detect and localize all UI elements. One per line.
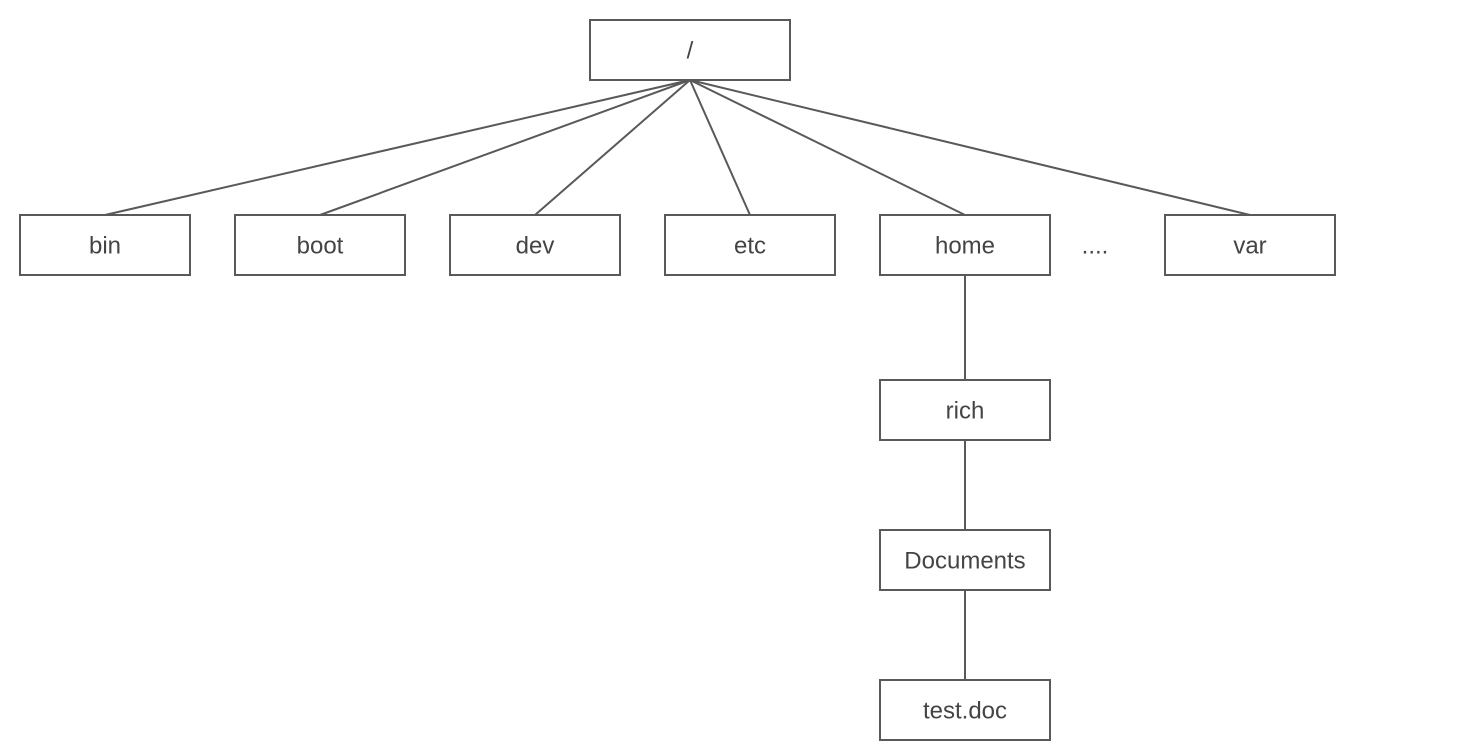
node-testdoc-label: test.doc [923,697,1007,724]
edge-root-dev [535,80,690,215]
node-dev-label: dev [516,232,555,259]
node-var-label: var [1233,232,1266,259]
node-dev: dev [450,215,620,275]
node-documents: Documents [880,530,1050,590]
node-boot: boot [235,215,405,275]
edge-root-home [690,80,965,215]
node-etc: etc [665,215,835,275]
ellipsis: .... [1082,232,1109,259]
node-documents-label: Documents [904,547,1025,574]
node-var: var [1165,215,1335,275]
node-etc-label: etc [734,232,766,259]
edge-root-etc [690,80,750,215]
node-home-label: home [935,232,995,259]
edge-root-var [690,80,1250,215]
edge-root-boot [320,80,690,215]
node-rich: rich [880,380,1050,440]
node-boot-label: boot [297,232,344,259]
node-root-label: / [687,37,694,64]
node-root: / [590,20,790,80]
node-testdoc: test.doc [880,680,1050,740]
node-bin-label: bin [89,232,121,259]
edge-root-bin [105,80,690,215]
node-rich-label: rich [946,397,985,424]
node-bin: bin [20,215,190,275]
node-home: home [880,215,1050,275]
